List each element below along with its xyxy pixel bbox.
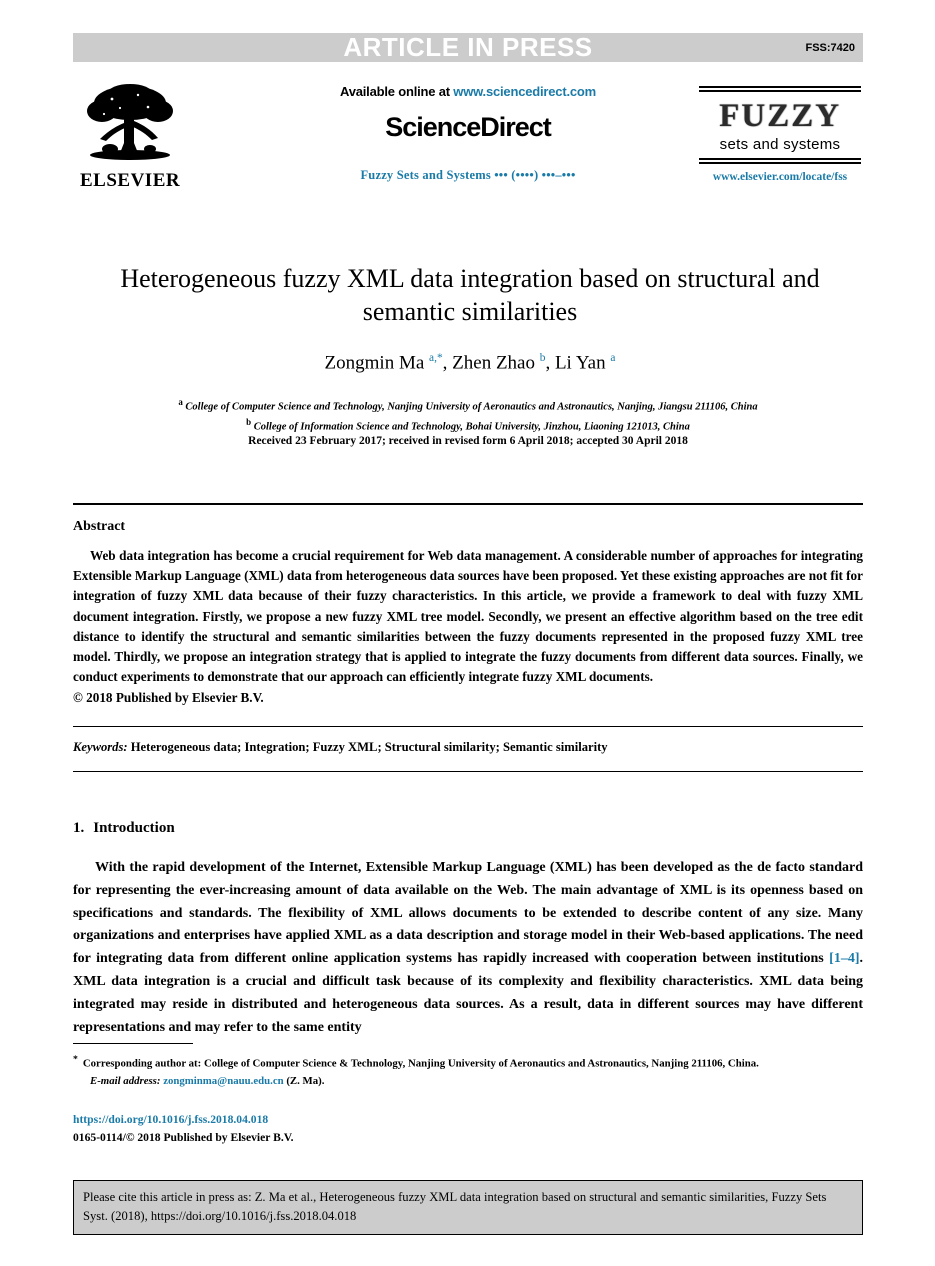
abstract-top-rule [73, 503, 863, 505]
article-page: ARTICLE IN PRESS FSS:7420 ELSEVIER Avail… [0, 0, 935, 1266]
journal-logo-title: FUZZY [719, 98, 841, 134]
email-label: E-mail address: [90, 1075, 161, 1088]
keywords-line: Keywords: Heterogeneous data; Integratio… [73, 740, 863, 755]
affiliation-b-text: College of Information Science and Techn… [253, 421, 690, 433]
author-list: Zongmin Ma a,*, Zhen Zhao b, Li Yan a [324, 352, 616, 374]
section-heading-introduction: 1. Introduction [73, 820, 175, 837]
logo-rule-top [699, 86, 861, 92]
journal-homepage-url[interactable]: www.elsevier.com/locate/fss [699, 171, 861, 183]
journal-logo: FUZZY sets and systems www.elsevier.com/… [699, 86, 861, 183]
email-owner: (Z. Ma). [286, 1075, 325, 1088]
introduction-text-part1: With the rapid development of the Intern… [73, 860, 863, 967]
elsevier-wordmark: ELSEVIER [80, 170, 181, 191]
affiliations: a College of Computer Science and Techno… [73, 396, 863, 436]
keywords-bottom-rule [73, 771, 863, 772]
section-number: 1. [73, 820, 85, 836]
sciencedirect-block: Available online at www.sciencedirect.co… [223, 84, 713, 183]
footnote-rule [73, 1043, 193, 1044]
please-cite-box: Please cite this article in press as: Z.… [73, 1180, 863, 1235]
article-in-press-banner: ARTICLE IN PRESS FSS:7420 [73, 33, 863, 62]
abstract-copyright: © 2018 Published by Elsevier B.V. [73, 690, 264, 706]
manuscript-code: FSS:7420 [805, 42, 855, 54]
doi-link[interactable]: https://doi.org/10.1016/j.fss.2018.04.01… [73, 1113, 268, 1126]
sciencedirect-url[interactable]: www.sciencedirect.com [453, 84, 596, 99]
affiliation-a: a College of Computer Science and Techno… [178, 397, 758, 413]
issn-copyright-line: 0165-0114/© 2018 Published by Elsevier B… [73, 1131, 294, 1144]
footnote-block: * Corresponding author at: College of Com… [73, 1052, 863, 1091]
logo-rule-bottom [699, 157, 861, 164]
introduction-paragraph: With the rapid development of the Intern… [73, 857, 863, 1040]
affiliation-a-text: College of Computer Science and Technolo… [185, 401, 758, 413]
abstract-bottom-rule [73, 726, 863, 727]
available-online-line: Available online at www.sciencedirect.co… [223, 84, 713, 99]
masthead: ELSEVIER Available online at www.science… [73, 72, 863, 222]
section-title: Introduction [93, 820, 175, 836]
abstract-text: Web data integration has become a crucia… [73, 548, 864, 685]
journal-citation-line: Fuzzy Sets and Systems ••• (••••) •••–••… [360, 168, 576, 182]
abstract-heading: Abstract [73, 519, 126, 534]
affiliation-b: b College of Information Science and Tec… [246, 416, 690, 433]
corresponding-author-marker: * [73, 1054, 78, 1065]
sciencedirect-wordmark: ScienceDirect [385, 112, 552, 142]
journal-logo-subtitle: sets and systems [719, 135, 841, 153]
abstract-body: Web data integration has become a crucia… [73, 546, 863, 709]
email-note: E-mail address: zongminma@nauu.edu.cn (Z… [90, 1073, 863, 1090]
keywords-label: Keywords: [73, 740, 128, 754]
citation-link-1-4[interactable]: [1–4] [829, 951, 859, 966]
elsevier-tree-icon [87, 84, 173, 160]
keywords-values: Heterogeneous data; Integration; Fuzzy X… [130, 740, 608, 754]
corresponding-author-note: * Corresponding author at: College of Com… [73, 1052, 863, 1073]
article-history: Received 23 February 2017; received in r… [248, 435, 688, 447]
corresponding-author-text: Corresponding author at: College of Comp… [82, 1057, 759, 1070]
elsevier-logo: ELSEVIER [80, 81, 180, 192]
email-link[interactable]: zongminma@nauu.edu.cn [163, 1075, 283, 1087]
page-title: Heterogeneous fuzzy XML data integration… [120, 264, 820, 327]
available-online-prefix: Available online at [340, 84, 454, 99]
article-in-press-label: ARTICLE IN PRESS [343, 32, 593, 62]
